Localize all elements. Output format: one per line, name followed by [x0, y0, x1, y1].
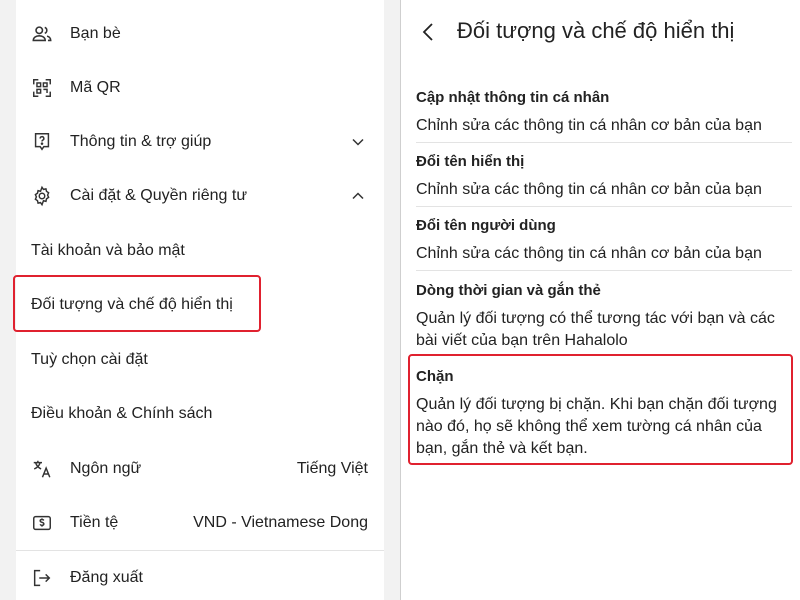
menu-item-label: Cài đặt & Quyền riêng tư	[70, 187, 248, 204]
submenu-item-account-security[interactable]: Tài khoản và bảo mật	[16, 224, 384, 278]
submenu-item-preferences[interactable]: Tuỳ chọn cài đặt	[16, 333, 384, 387]
header: Đối tượng và chế độ hiển thị	[401, 0, 800, 64]
setting-title: Đổi tên hiển thị	[416, 153, 525, 170]
menu-item-label: Mã QR	[70, 79, 121, 96]
qr-code-icon	[31, 77, 53, 99]
setting-update-personal-info[interactable]: Cập nhật thông tin cá nhân Chỉnh sửa các…	[416, 88, 792, 137]
back-arrow-icon[interactable]	[417, 20, 441, 44]
menu-item-label: Bạn bè	[70, 25, 121, 42]
page-title: Đối tượng và chế độ hiển thị	[457, 18, 735, 43]
submenu-item-label: Tuỳ chọn cài đặt	[31, 351, 148, 368]
menu-item-label: Đăng xuất	[70, 569, 143, 586]
highlight-box	[408, 354, 793, 465]
submenu-item-label: Điều khoản & Chính sách	[31, 405, 213, 422]
menu-item-currency[interactable]: Tiền tệ VND - Vietnamese Dong	[16, 496, 384, 550]
panel-gap	[384, 0, 401, 600]
menu-item-label: Tiền tệ	[70, 514, 119, 531]
help-icon	[31, 131, 53, 153]
setting-title: Cập nhật thông tin cá nhân	[416, 89, 610, 106]
section-divider	[416, 206, 792, 207]
menu-item-language[interactable]: Ngôn ngữ Tiếng Việt	[16, 442, 384, 496]
logout-icon	[31, 567, 53, 589]
language-value: Tiếng Việt	[296, 460, 368, 477]
menu-item-friends[interactable]: Bạn bè	[16, 7, 384, 61]
setting-timeline-tagging[interactable]: Dòng thời gian và gắn thẻ Quản lý đối tư…	[416, 281, 792, 352]
highlight-box	[13, 275, 261, 332]
setting-description: Chỉnh sửa các thông tin cá nhân cơ bản c…	[416, 181, 762, 198]
menu-item-label: Thông tin & trợ giúp	[70, 133, 212, 150]
chevron-up-icon	[348, 186, 368, 206]
menu-item-label: Ngôn ngữ	[70, 460, 142, 477]
gear-icon	[31, 185, 53, 207]
menu-item-qr[interactable]: Mã QR	[16, 61, 384, 115]
translate-icon	[31, 458, 53, 480]
setting-change-username[interactable]: Đổi tên người dùng Chỉnh sửa các thông t…	[416, 216, 792, 265]
settings-detail-panel: Đối tượng và chế độ hiển thị Cập nhật th…	[401, 0, 800, 600]
chevron-down-icon	[348, 132, 368, 152]
menu-item-help[interactable]: Thông tin & trợ giúp	[16, 115, 384, 169]
setting-description: Chỉnh sửa các thông tin cá nhân cơ bản c…	[416, 245, 762, 262]
submenu-item-label: Tài khoản và bảo mật	[31, 242, 185, 259]
section-divider	[416, 270, 792, 271]
menu-item-logout[interactable]: Đăng xuất	[16, 551, 384, 600]
setting-title: Đổi tên người dùng	[416, 217, 556, 234]
currency-value: VND - Vietnamese Dong	[193, 514, 368, 531]
setting-change-display-name[interactable]: Đổi tên hiển thị Chỉnh sửa các thông tin…	[416, 152, 792, 201]
section-divider	[416, 142, 792, 143]
submenu-item-terms-policies[interactable]: Điều khoản & Chính sách	[16, 387, 384, 441]
menu-item-settings[interactable]: Cài đặt & Quyền riêng tư	[16, 169, 384, 223]
setting-title: Dòng thời gian và gắn thẻ	[416, 282, 601, 299]
setting-description: Chỉnh sửa các thông tin cá nhân cơ bản c…	[416, 117, 762, 134]
currency-icon	[31, 512, 53, 534]
setting-description: Quản lý đối tượng có thể tương tác với b…	[416, 310, 775, 349]
friends-icon	[31, 23, 53, 45]
